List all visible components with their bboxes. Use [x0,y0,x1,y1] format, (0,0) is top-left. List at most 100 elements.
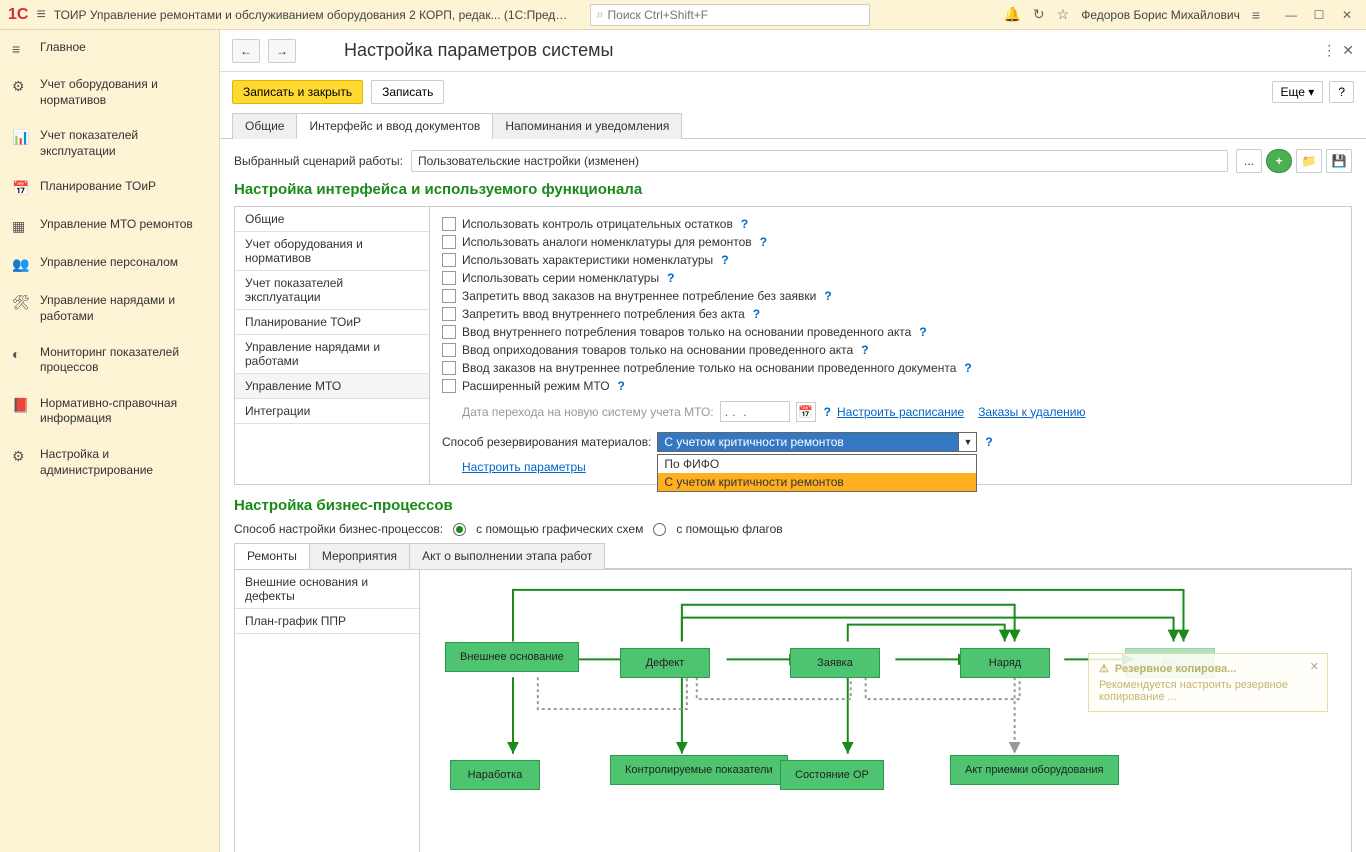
sidebar-item-main[interactable]: ≡Главное [0,30,219,67]
dropdown-opt-critical[interactable]: С учетом критичности ремонтов [658,473,976,491]
bp-tab-repairs[interactable]: Ремонты [234,543,310,569]
bp-tab-events[interactable]: Мероприятия [309,543,410,569]
sidebar: ≡Главное ⚙Учет оборудования и нормативов… [0,30,220,852]
node-external[interactable]: Внешнее основание [445,642,579,672]
save-close-button[interactable]: Записать и закрыть [232,80,363,104]
help-icon[interactable]: ? [618,379,625,393]
hamburger-icon[interactable]: ≡ [36,6,45,24]
history-icon[interactable]: ↻ [1033,6,1045,23]
sidebar-item-reference[interactable]: 📕Нормативно-справочная информация [0,386,219,437]
sidebar-item-mto[interactable]: ▦Управление МТО ремонтов [0,207,219,245]
chk-neg-stock[interactable] [442,217,456,231]
reserve-dropdown[interactable]: С учетом критичности ремонтов ▼ [657,432,977,452]
radio-flags[interactable] [653,523,666,536]
search-input[interactable] [608,8,863,22]
maximize-button[interactable]: ☐ [1308,4,1330,26]
help-icon[interactable]: ? [824,289,831,303]
back-button[interactable]: ← [232,39,260,63]
link-schedule[interactable]: Настроить расписание [837,405,964,419]
help-icon[interactable]: ? [824,405,831,419]
bell-icon[interactable]: 🔔 [1003,6,1020,23]
search-box[interactable]: ⌕ [590,4,870,26]
dropdown-opt-fifo[interactable]: По ФИФО [658,455,976,473]
scenario-input[interactable]: Пользовательские настройки (изменен) [411,150,1228,172]
warning-icon: ⚠ [1099,662,1109,675]
node-acceptance[interactable]: Акт приемки оборудования [950,755,1119,785]
cat-metrics[interactable]: Учет показателей эксплуатации [235,271,429,310]
more-button[interactable]: Еще ▾ [1272,81,1324,103]
sidebar-item-orders[interactable]: 🛠Управление нарядами и работами [0,283,219,334]
cat-equipment[interactable]: Учет оборудования и нормативов [235,232,429,271]
star-icon[interactable]: ☆ [1057,6,1070,23]
chk-analogs[interactable] [442,235,456,249]
chk-prohibit-consume[interactable] [442,307,456,321]
help-icon[interactable]: ? [861,343,868,357]
link-configure-params[interactable]: Настроить параметры [462,460,586,474]
chk-characteristics[interactable] [442,253,456,267]
category-list: Общие Учет оборудования и нормативов Уче… [235,207,430,484]
notification-close[interactable]: ✕ [1310,660,1319,673]
sidebar-item-personnel[interactable]: 👥Управление персоналом [0,245,219,283]
cat-general[interactable]: Общие [235,207,429,232]
dropdown-arrow-icon[interactable]: ▼ [958,433,976,451]
scenario-save-button[interactable]: 💾 [1326,149,1352,173]
link-orders-delete[interactable]: Заказы к удалению [978,405,1085,419]
sidebar-item-settings[interactable]: ⚙Настройка и администрирование [0,437,219,488]
chk-orders-doc[interactable] [442,361,456,375]
scenario-label: Выбранный сценарий работы: [234,154,403,168]
scenario-add-button[interactable]: + [1266,149,1292,173]
node-order[interactable]: Наряд [960,648,1050,678]
chk-prohibit-orders[interactable] [442,289,456,303]
tab-general[interactable]: Общие [232,113,297,139]
user-name[interactable]: Федоров Борис Михайлович [1081,8,1240,22]
sidebar-item-equipment[interactable]: ⚙Учет оборудования и нормативов [0,67,219,118]
page-title: Настройка параметров системы [344,40,613,61]
chk-receipt-act[interactable] [442,343,456,357]
cat-planning[interactable]: Планирование ТОиР [235,310,429,335]
help-icon[interactable]: ? [964,361,971,375]
node-controlled[interactable]: Контролируемые показатели [610,755,788,785]
cat-integrations[interactable]: Интеграции [235,399,429,424]
bp-side-external[interactable]: Внешние основания и дефекты [235,570,419,609]
help-icon[interactable]: ? [741,217,748,231]
sidebar-item-monitoring[interactable]: ◐Мониторинг показателей процессов [0,335,219,386]
section-bp-title: Настройка бизнес-процессов [234,497,1352,514]
home-icon: ≡ [12,41,28,57]
calendar-button[interactable]: 📅 [796,402,816,422]
sidebar-item-metrics[interactable]: 📊Учет показателей эксплуатации [0,118,219,169]
radio-graphic[interactable] [453,523,466,536]
close-window-button[interactable]: ✕ [1336,4,1358,26]
cat-orders[interactable]: Управление нарядами и работами [235,335,429,374]
tab-interface[interactable]: Интерфейс и ввод документов [296,113,493,139]
chk-extended-mto[interactable] [442,379,456,393]
save-button[interactable]: Записать [371,80,444,104]
date-input[interactable] [720,401,790,422]
tab-notifications[interactable]: Напоминания и уведомления [492,113,682,139]
search-icon: ⌕ [597,7,604,22]
bp-side-ppr[interactable]: План-график ППР [235,609,419,634]
minimize-button[interactable]: — [1280,4,1302,26]
chk-consume-act[interactable] [442,325,456,339]
node-state[interactable]: Состояние ОР [780,760,884,790]
chk-series[interactable] [442,271,456,285]
help-icon[interactable]: ? [985,435,992,449]
forward-button[interactable]: → [268,39,296,63]
bp-tab-act[interactable]: Акт о выполнении этапа работ [409,543,605,569]
scenario-folder-button[interactable]: 📁 [1296,149,1322,173]
boxes-icon: ▦ [12,218,28,235]
help-icon[interactable]: ? [753,307,760,321]
help-icon[interactable]: ? [667,271,674,285]
menu-dots-icon[interactable]: ⋮ [1322,42,1336,59]
filter-icon[interactable]: ≡ [1252,7,1260,23]
cat-mto[interactable]: Управление МТО [235,374,429,399]
sidebar-item-planning[interactable]: 📅Планирование ТОиР [0,169,219,207]
help-icon[interactable]: ? [760,235,767,249]
help-icon[interactable]: ? [721,253,728,267]
node-request[interactable]: Заявка [790,648,880,678]
scenario-select-button[interactable]: ... [1236,149,1262,173]
node-runtime[interactable]: Наработка [450,760,540,790]
close-form-button[interactable]: ✕ [1342,42,1354,59]
help-icon[interactable]: ? [919,325,926,339]
help-button[interactable]: ? [1329,81,1354,103]
node-defect[interactable]: Дефект [620,648,710,678]
